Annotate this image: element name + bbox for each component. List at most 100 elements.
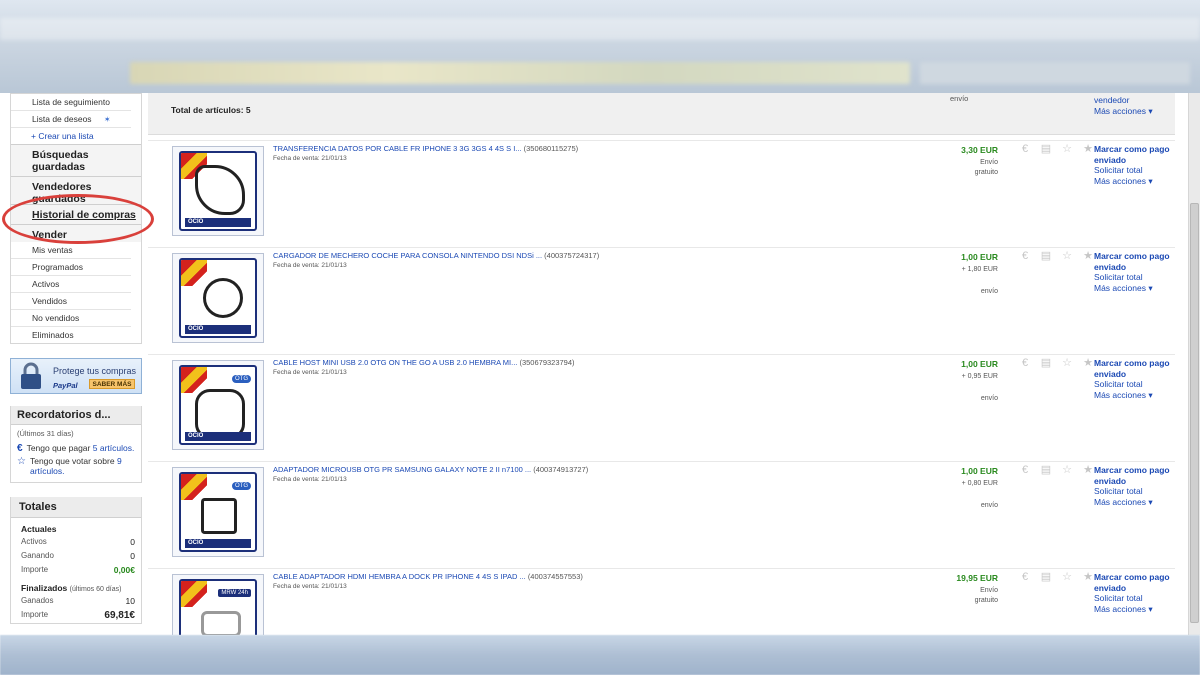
shipped-status-icon: ▤ (1040, 143, 1052, 155)
reminder-vote: ☆ Tengo que votar sobre 9 artículos. (11, 455, 141, 482)
request-total-link[interactable]: Solicitar total (1094, 486, 1174, 497)
shipped-status-icon: ▤ (1040, 250, 1052, 262)
sidebar-link-sold[interactable]: Vendidos (11, 293, 131, 310)
feedback-received-icon: ★ (1083, 571, 1093, 583)
item-price: 1,00 EUR (961, 359, 998, 369)
promo-text: Protege tus compras (53, 366, 137, 376)
request-total-link[interactable]: Solicitar total (1094, 165, 1174, 176)
totals-title: Totales (11, 497, 141, 518)
sidebar-link-unsold[interactable]: No vendidos (11, 310, 131, 327)
scrollbar-thumb[interactable] (1190, 203, 1199, 623)
sale-date: Fecha de venta: 21/01/13 (273, 476, 347, 483)
purchase-history-list: Total de artículos: 5 envío vendedor Más… (148, 93, 1175, 635)
sidebar-item-saved-searches[interactable]: Búsquedas guardadas (11, 144, 141, 176)
purchase-row: OCIO TRANSFERENCIA DATOS POR CABLE FR IP… (148, 140, 1175, 247)
status-icons: € ▤ ☆ ★ (1019, 143, 1094, 155)
learn-more-button[interactable]: SABER MÁS (89, 379, 135, 389)
more-actions-link[interactable]: Más acciones ▾ (1094, 497, 1174, 508)
request-total-link[interactable]: Solicitar total (1094, 379, 1174, 390)
mark-shipped-link[interactable]: Marcar como pago enviado (1094, 465, 1174, 486)
feedback-left-icon: ☆ (1062, 464, 1072, 476)
more-actions-link[interactable]: Más acciones ▾ (1094, 176, 1174, 187)
row-actions: Marcar como pago enviado Solicitar total… (1094, 465, 1174, 507)
total-items-bar: Total de artículos: 5 envío vendedor Más… (148, 93, 1175, 135)
product-thumbnail[interactable]: OCIO (172, 253, 264, 343)
feedback-received-icon: ★ (1083, 143, 1093, 155)
browser-search-box[interactable] (920, 62, 1190, 84)
finished-label: Finalizados (últimos 60 días) (21, 583, 122, 593)
reminder-vote-text: Tengo que votar sobre (29, 456, 115, 466)
item-title-link[interactable]: CABLE ADAPTADOR HDMI HEMBRA A DOCK PR IP… (273, 572, 583, 581)
current-amount-row: Importe 0,00€ (21, 565, 135, 575)
current-active-row: Activos 0 (21, 537, 135, 547)
total-items-label: Total de artículos: 5 (171, 105, 251, 115)
product-thumbnail[interactable]: OTG OCIO (172, 360, 264, 450)
euro-icon: € (17, 443, 23, 454)
sidebar-link-wishlist[interactable]: Lista de deseos ✶ (11, 111, 131, 128)
shipping-label: envío (980, 288, 998, 295)
feedback-left-icon: ☆ (1062, 357, 1072, 369)
sidebar-link-active[interactable]: Activos (11, 276, 131, 293)
item-title-link[interactable]: CABLE HOST MINI USB 2.0 OTG ON THE GO A … (273, 358, 575, 367)
mark-shipped-link[interactable]: Marcar como pago enviado (1094, 251, 1174, 272)
padlock-icon (21, 362, 41, 389)
item-title-link[interactable]: ADAPTADOR MICROUSB OTG PR SAMSUNG GALAXY… (273, 465, 588, 474)
request-total-link[interactable]: Solicitar total (1094, 272, 1174, 283)
more-actions-link[interactable]: Más acciones ▾ (1094, 106, 1153, 117)
mark-shipped-link[interactable]: Marcar como pago enviado (1094, 144, 1174, 165)
item-title-link[interactable]: CARGADOR DE MECHERO COCHE PARA CONSOLA N… (273, 251, 599, 260)
shipping-label: envío (980, 395, 998, 402)
mark-shipped-link[interactable]: Marcar como pago enviado (1094, 358, 1174, 379)
more-actions-link[interactable]: Más acciones ▾ (1094, 604, 1174, 615)
purchase-row: MRW 24h CABLE ADAPTADOR HDMI HEMBRA A DO… (148, 568, 1175, 635)
page-scrollbar[interactable] (1188, 93, 1200, 635)
feedback-received-icon: ★ (1083, 357, 1093, 369)
status-icons: € ▤ ☆ ★ (1019, 357, 1094, 369)
status-icons: € ▤ ☆ ★ (1019, 250, 1094, 262)
sale-date: Fecha de venta: 21/01/13 (273, 262, 347, 269)
product-badge: OTG (232, 482, 251, 490)
contact-seller-link[interactable]: vendedor (1094, 95, 1129, 105)
star-icon: ☆ (17, 456, 26, 467)
sale-date: Fecha de venta: 21/01/13 (273, 583, 347, 590)
reminder-pay: € Tengo que pagar 5 artículos. (11, 442, 141, 455)
product-thumbnail[interactable]: OCIO (172, 146, 264, 236)
item-title-link[interactable]: TRANSFERENCIA DATOS POR CABLE FR IPHONE … (273, 144, 578, 153)
feedback-left-icon: ☆ (1062, 143, 1072, 155)
shipping-info: Envío gratuito (974, 159, 998, 176)
sale-date: Fecha de venta: 21/01/13 (273, 155, 347, 162)
sidebar: Lista de seguimiento Lista de deseos ✶ +… (10, 93, 142, 624)
create-list-label: Crear una lista (38, 131, 94, 141)
plus-icon: + (31, 131, 36, 141)
item-price: 1,00 EUR (961, 252, 998, 262)
request-total-link[interactable]: Solicitar total (1094, 593, 1174, 604)
sidebar-link-my-sales[interactable]: Mis ventas (11, 242, 131, 259)
shipped-status-icon: ▤ (1040, 464, 1052, 476)
sparkle-icon: ✶ (103, 115, 111, 124)
reminder-pay-link[interactable]: 5 artículos. (93, 443, 135, 453)
feedback-received-icon: ★ (1083, 250, 1093, 262)
reminder-pay-text: Tengo que pagar (26, 443, 91, 453)
sidebar-link-watchlist[interactable]: Lista de seguimiento (11, 94, 131, 111)
address-bar[interactable] (130, 62, 910, 84)
sidebar-link-deleted[interactable]: Eliminados (11, 327, 131, 343)
mark-shipped-link[interactable]: Marcar como pago enviado (1094, 572, 1174, 593)
os-taskbar (0, 635, 1200, 675)
product-thumbnail[interactable]: OTG OCIO (172, 467, 264, 557)
sidebar-link-scheduled[interactable]: Programados (11, 259, 131, 276)
current-winning-row: Ganando 0 (21, 551, 135, 561)
more-actions-link[interactable]: Más acciones ▾ (1094, 283, 1174, 294)
product-thumbnail[interactable]: MRW 24h (172, 574, 264, 635)
purchase-row: OCIO CARGADOR DE MECHERO COCHE PARA CONS… (148, 247, 1175, 354)
paypal-promo-banner[interactable]: Protege tus compras PayPal SABER MÁS (10, 358, 142, 394)
shipping-label: envío (950, 94, 969, 103)
shipping-info: + 1,80 EUR (961, 266, 998, 273)
sidebar-link-create-list[interactable]: + Crear una lista (11, 128, 131, 144)
row-actions: Marcar como pago enviado Solicitar total… (1094, 144, 1174, 186)
finished-won-row: Ganados 10 (21, 596, 135, 606)
purchase-row: OTG OCIO CABLE HOST MINI USB 2.0 OTG ON T… (148, 354, 1175, 461)
sale-date: Fecha de venta: 21/01/13 (273, 369, 347, 376)
shipped-status-icon: ▤ (1040, 357, 1052, 369)
more-actions-link[interactable]: Más acciones ▾ (1094, 390, 1174, 401)
row-actions: Marcar como pago enviado Solicitar total… (1094, 358, 1174, 400)
